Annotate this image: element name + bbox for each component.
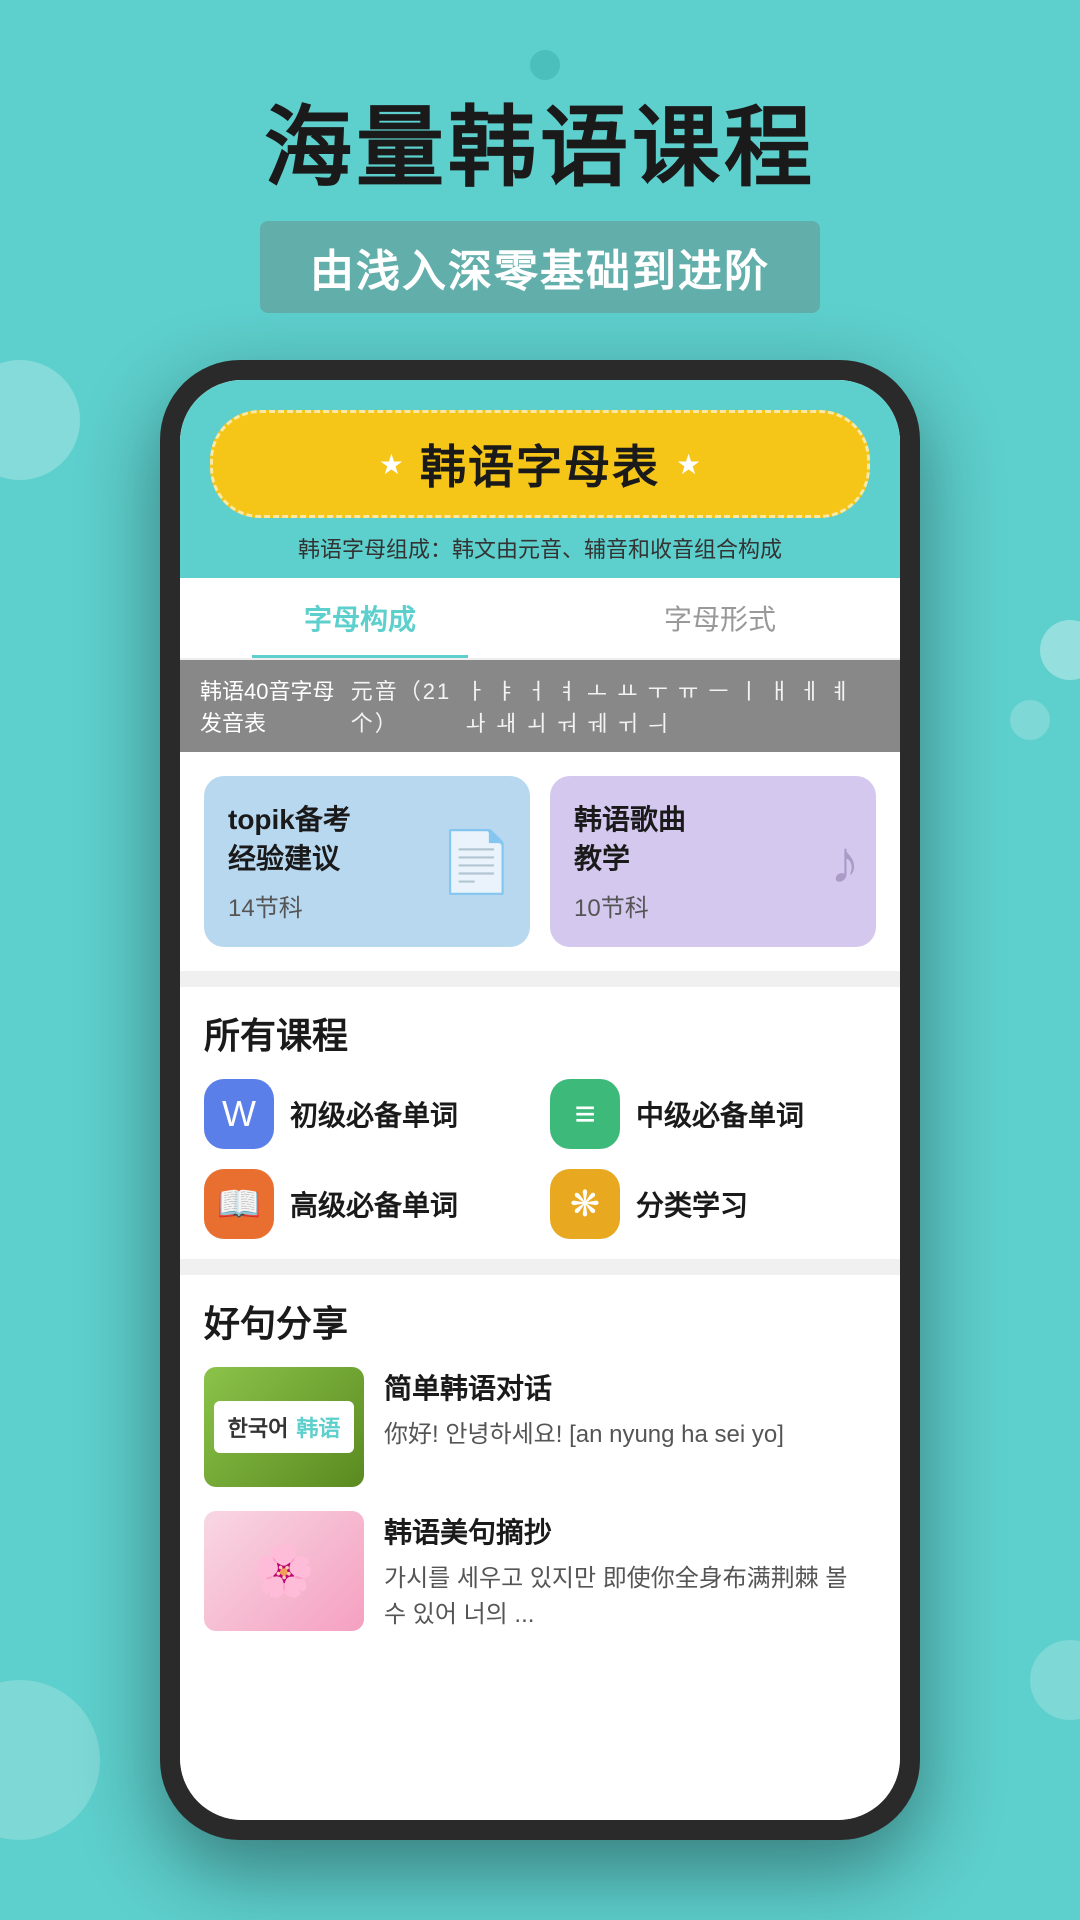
course-icon-advanced: 📖	[204, 1169, 274, 1239]
sentence-thumb-2: 🌸	[204, 1511, 364, 1631]
pronunciation-bar: 韩语40音字母发音表 元音（21个） ㅏ ㅑ ㅓ ㅕ ㅗ ㅛ ㅜ ㅠ ㅡ ㅣ ㅐ…	[180, 660, 900, 752]
pron-prefix: 元音（21个）	[351, 674, 454, 738]
all-courses-title: 所有课程	[204, 1007, 876, 1059]
subtitle-banner: 由浅入深零基础到进阶	[260, 221, 820, 313]
alphabet-title-text: 韩语字母表	[420, 431, 660, 497]
course-card-topik[interactable]: topik备考经验建议 14节科 📄	[204, 776, 530, 947]
music-icon: ♪	[830, 827, 860, 896]
course-name-intermediate: 中级必备单词	[636, 1094, 804, 1134]
thumb-book: 한국어 韩语	[214, 1401, 355, 1453]
pron-label: 韩语40音字母发音表	[200, 674, 339, 738]
deco-circle-bottom-right	[1030, 1640, 1080, 1720]
header-section: 海量韩语课程 由浅入深零基础到进阶	[0, 0, 1080, 313]
tab-composition[interactable]: 字母构成	[180, 578, 540, 658]
tab-form[interactable]: 字母形式	[540, 578, 900, 658]
sentence-text-2: 가시를 세우고 있지만 即使你全身布满荆棘 볼 수 있어 너의 ...	[384, 1561, 876, 1633]
phone-inner: ★ 韩语字母表 ★ 韩语字母组成：韩文由元音、辅音和收音组合构成 字母构成 字母…	[180, 380, 900, 1820]
sentence-content-2: 韩语美句摘抄 가시를 세우고 있지만 即使你全身布满荆棘 볼 수 있어 너의 .…	[384, 1511, 876, 1633]
thumb-korean-bg: 한국어 韩语	[204, 1367, 364, 1487]
deco-circle-bottom-left	[0, 1680, 100, 1840]
course-item-beginner[interactable]: W 初级必备单词	[204, 1079, 530, 1149]
course-name-advanced: 高级必备单词	[290, 1184, 458, 1224]
sentence-title-2: 韩语美句摘抄	[384, 1511, 876, 1551]
course-name-beginner: 初级必备单词	[290, 1094, 458, 1134]
course-icon-classified: ❋	[550, 1169, 620, 1239]
alphabet-card: ★ 韩语字母表 ★ 韩语字母组成：韩文由元音、辅音和收音组合构成	[180, 380, 900, 578]
deco-circle-top	[530, 50, 560, 80]
divider-1	[180, 971, 900, 987]
phone-outer: ★ 韩语字母表 ★ 韩语字母组成：韩文由元音、辅音和收音组合构成 字母构成 字母…	[160, 360, 920, 1840]
thumb-text-chinese: 韩语	[296, 1411, 340, 1443]
sentences-title: 好句分享	[204, 1295, 876, 1347]
course-item-classified[interactable]: ❋ 分类学习	[550, 1169, 876, 1239]
sentences-section: 好句分享 한국어 韩语 简单韩语对话	[180, 1275, 900, 1677]
star-right-icon: ★	[676, 448, 701, 481]
course-card-song[interactable]: 韩语歌曲教学 10节科 ♪	[550, 776, 876, 947]
course-icon-beginner: W	[204, 1079, 274, 1149]
doc-icon: 📄	[439, 826, 514, 897]
featured-courses: topik备考经验建议 14节科 📄 韩语歌曲教学 10节科 ♪	[180, 752, 900, 971]
sentence-item-2[interactable]: 🌸 韩语美句摘抄 가시를 세우고 있지만 即使你全身布满荆棘 볼 수 있어 너의…	[204, 1511, 876, 1633]
course-name-classified: 分类学习	[636, 1184, 748, 1224]
sentence-content-1: 简单韩语对话 你好! 안녕하세요! [an nyung ha sei yo]	[384, 1367, 876, 1453]
courses-grid: W 初级必备单词 ≡ 中级必备单词 📖	[204, 1079, 876, 1239]
tabs-row: 字母构成 字母形式	[180, 578, 900, 660]
deco-circle-left	[0, 360, 80, 480]
course-item-intermediate[interactable]: ≡ 中级必备单词	[550, 1079, 876, 1149]
thumb-cherry-bg: 🌸	[204, 1511, 364, 1631]
main-title: 海量韩语课程	[0, 100, 1080, 197]
course-card-song-title: 韩语歌曲教学	[574, 800, 852, 878]
deco-circle-right2	[1010, 700, 1050, 740]
app-content: ★ 韩语字母表 ★ 韩语字母组成：韩文由元音、辅音和收音组合构成 字母构成 字母…	[180, 380, 900, 1820]
alphabet-title-box: ★ 韩语字母表 ★	[210, 410, 870, 518]
all-courses-section: 所有课程 W 初级必备单词 ≡ 中级必备单词	[180, 987, 900, 1259]
course-icon-intermediate: ≡	[550, 1079, 620, 1149]
thumb-text-korean: 한국어	[228, 1411, 289, 1443]
sentence-text-1: 你好! 안녕하세요! [an nyung ha sei yo]	[384, 1417, 876, 1453]
course-item-advanced[interactable]: 📖 高级必备单词	[204, 1169, 530, 1239]
sentence-title-1: 简单韩语对话	[384, 1367, 876, 1407]
sentence-item-1[interactable]: 한국어 韩语 简单韩语对话 你好! 안녕하세요! [an nyung ha se…	[204, 1367, 876, 1487]
alphabet-subtitle: 韩语字母组成：韩文由元音、辅音和收音组合构成	[210, 532, 870, 578]
phone-mockup: ★ 韩语字母表 ★ 韩语字母组成：韩文由元音、辅音和收音组合构成 字母构成 字母…	[160, 360, 920, 1840]
divider-2	[180, 1259, 900, 1275]
deco-circle-right1	[1040, 620, 1080, 680]
star-left-icon: ★	[379, 448, 404, 481]
sentence-thumb-1: 한국어 韩语	[204, 1367, 364, 1487]
course-card-song-count: 10节科	[574, 888, 852, 923]
pron-chars: ㅏ ㅑ ㅓ ㅕ ㅗ ㅛ ㅜ ㅠ ㅡ ㅣ ㅐ ㅔ ㅖ ㅘ ㅙ ㅚ ㅝ ㅞ ㅟ ㅢ	[466, 674, 881, 738]
